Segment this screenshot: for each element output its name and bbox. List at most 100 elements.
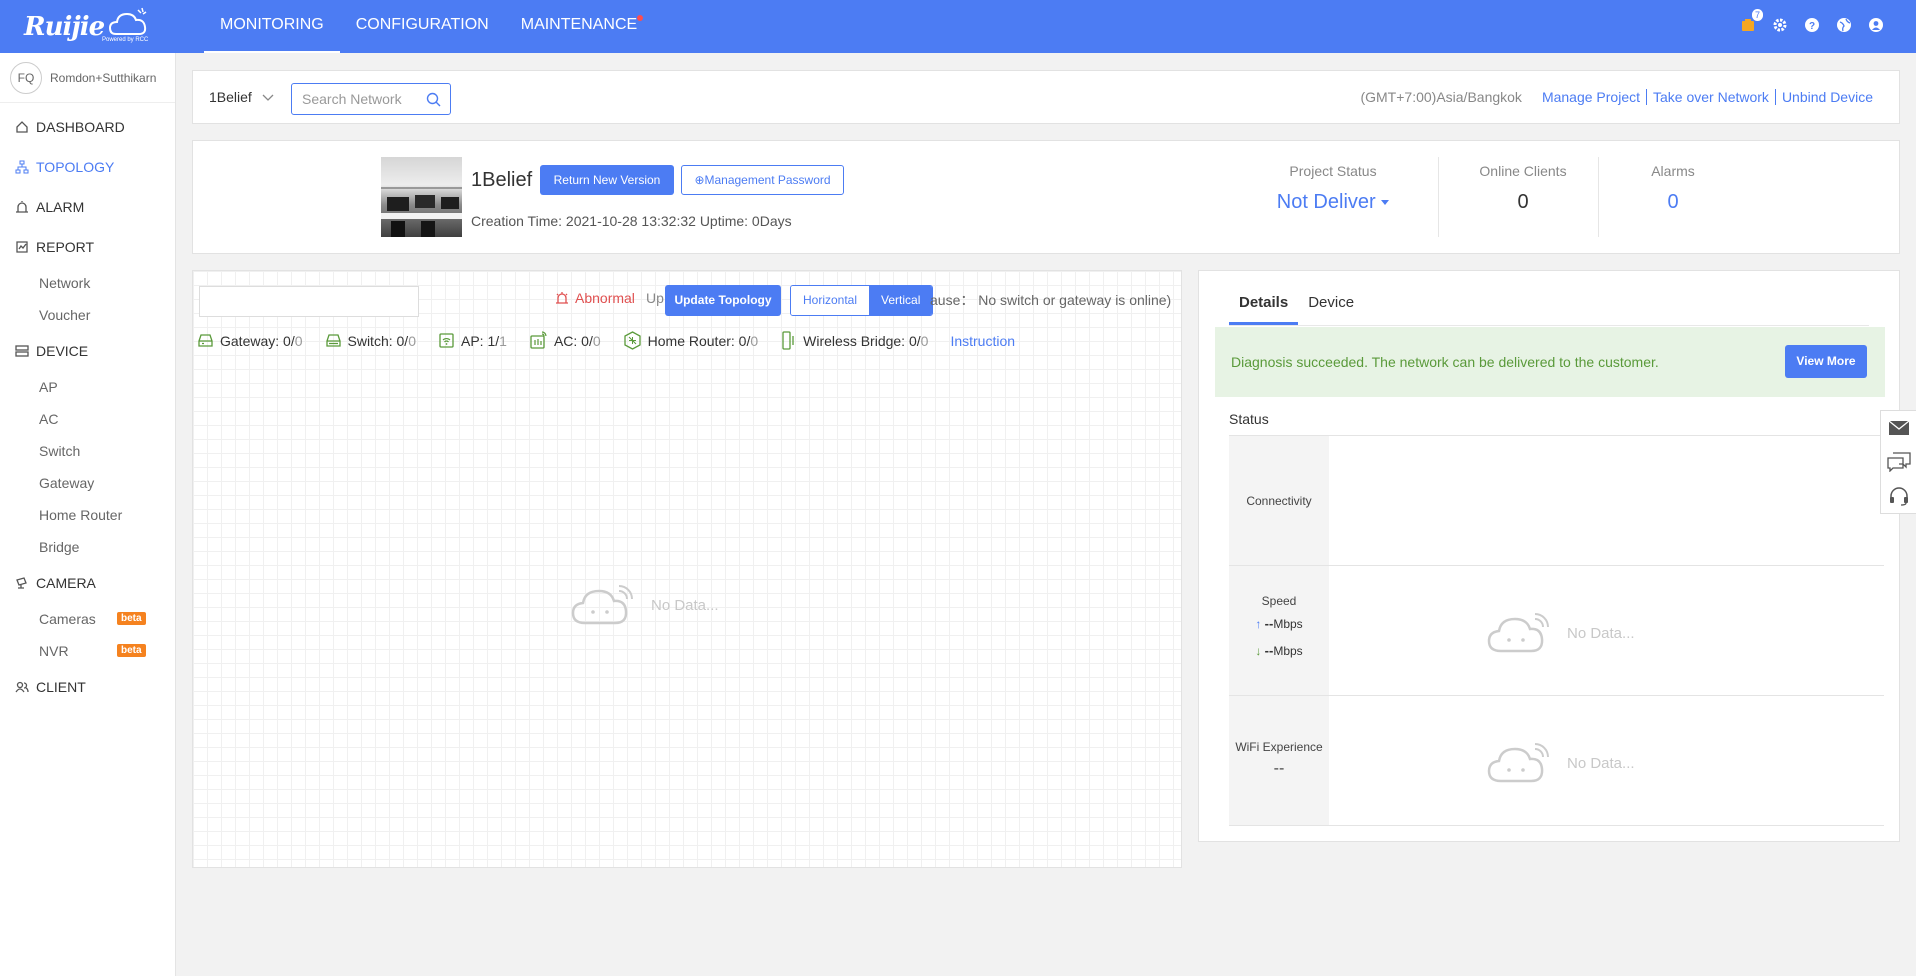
sidebar-item-camera[interactable]: CAMERA xyxy=(0,563,175,603)
chevron-down-icon xyxy=(262,94,274,101)
horizontal-button[interactable]: Horizontal xyxy=(791,286,870,315)
username: Romdon+Sutthikarn xyxy=(50,70,157,85)
project-select[interactable]: 1Belief xyxy=(209,89,274,105)
device-count-ap: AP: 1/1 xyxy=(438,332,507,349)
avatar: FQ xyxy=(10,61,42,94)
sidebar-item-network[interactable]: Network xyxy=(0,267,175,299)
divider xyxy=(1598,157,1599,237)
unbind-device-link[interactable]: Unbind Device xyxy=(1774,89,1879,105)
sidebar: FQ Romdon+Sutthikarn DASHBOARD TOPOLOGY … xyxy=(0,53,176,976)
device-count-label: Wireless Bridge: 0/ xyxy=(803,332,921,349)
help-icon[interactable]: ? xyxy=(1802,15,1822,35)
alarms-value[interactable]: 0 xyxy=(1613,191,1733,214)
sidebar-item-alarm[interactable]: ALARM xyxy=(0,187,175,227)
sidebar-item-device[interactable]: DEVICE xyxy=(0,331,175,371)
instruction-link[interactable]: Instruction xyxy=(950,333,1015,349)
device-count-total: 0 xyxy=(920,332,929,349)
sidebar-item-bridge[interactable]: Bridge xyxy=(0,531,175,563)
return-new-version-button[interactable]: Return New Version xyxy=(540,165,674,195)
topology-icon xyxy=(14,159,30,175)
user-icon[interactable] xyxy=(1866,15,1886,35)
alarms: Alarms 0 xyxy=(1613,141,1733,255)
gear-icon[interactable] xyxy=(1770,15,1790,35)
nav-maintenance[interactable]: MAINTENANCE xyxy=(505,0,653,53)
vertical-button[interactable]: Vertical xyxy=(869,286,933,315)
sidebar-item-switch[interactable]: Switch xyxy=(0,435,175,467)
top-icon-bar: 7 ? xyxy=(1738,9,1886,35)
no-data-text: No Data... xyxy=(1567,624,1635,642)
device-count-label: AP: 1/ xyxy=(461,332,500,349)
connectivity-label: Connectivity xyxy=(1246,494,1312,508)
wifi-value: -- xyxy=(1273,760,1285,777)
sidebar-item-dashboard[interactable]: DASHBOARD xyxy=(0,107,175,147)
search-input[interactable] xyxy=(292,84,412,114)
device-count-total: 0 xyxy=(750,332,759,349)
search-icon[interactable] xyxy=(426,92,441,107)
upload-speed: ↑ --Mbps xyxy=(1229,616,1329,631)
manage-project-link[interactable]: Manage Project xyxy=(1536,89,1646,105)
nav-monitoring[interactable]: MONITORING xyxy=(204,0,340,53)
no-data-text: No Data... xyxy=(651,596,719,614)
sidebar-item-home-router[interactable]: Home Router xyxy=(0,499,175,531)
layout-toggle: Horizontal Vertical xyxy=(790,285,934,316)
cloud-icon xyxy=(571,585,633,625)
device-count-total: 0 xyxy=(408,332,416,349)
connectivity-row: Connectivity xyxy=(1229,436,1884,566)
device-count-switch: Switch: 0/0 xyxy=(325,332,416,349)
sidebar-item-ac[interactable]: AC xyxy=(0,403,175,435)
project-status: Project Status Not Deliver xyxy=(1243,141,1423,255)
mail-icon[interactable] xyxy=(1881,411,1916,445)
header-actions: (GMT+7:00)Asia/Bangkok Manage Project Ta… xyxy=(1360,89,1879,105)
device-count-wireless-bridge: Wireless Bridge: 0/0 xyxy=(780,331,928,350)
management-password-button[interactable]: ⊕Management Password xyxy=(681,165,844,195)
tab-device[interactable]: Device xyxy=(1298,285,1364,325)
project-status-dropdown[interactable]: Not Deliver xyxy=(1243,191,1423,214)
sidebar-item-cameras[interactable]: Cameras beta xyxy=(0,603,175,635)
sidebar-item-ap[interactable]: AP xyxy=(0,371,175,403)
svg-text:?: ? xyxy=(1809,21,1815,32)
topology-search-input[interactable] xyxy=(199,286,419,317)
ac-icon xyxy=(530,331,547,349)
chat-icon[interactable] xyxy=(1881,445,1916,479)
creation-time: Creation Time: 2021-10-28 13:32:32 Uptim… xyxy=(471,213,792,229)
user-profile[interactable]: FQ Romdon+Sutthikarn xyxy=(0,53,175,103)
abnormal-label: Abnormal xyxy=(575,290,635,306)
abnormal-status: Abnormal xyxy=(555,290,635,306)
take-over-network-link[interactable]: Take over Network xyxy=(1646,89,1775,105)
sidebar-item-voucher[interactable]: Voucher xyxy=(0,299,175,331)
view-more-button[interactable]: View More xyxy=(1785,345,1867,378)
download-speed: ↓ --Mbps xyxy=(1229,643,1329,658)
update-time-text: Up xyxy=(646,290,664,306)
speed-unit: Mbps xyxy=(1273,617,1303,631)
tab-details[interactable]: Details xyxy=(1229,285,1299,325)
sidebar-item-gateway[interactable]: Gateway xyxy=(0,467,175,499)
sidebar-item-label: DEVICE xyxy=(36,343,89,359)
wifi-label: WiFi Experience xyxy=(1235,740,1323,754)
speed-unit: Mbps xyxy=(1273,644,1303,658)
device-count-ac: AC: 0/0 xyxy=(529,331,601,350)
project-select-value: 1Belief xyxy=(209,89,252,105)
sidebar-item-topology[interactable]: TOPOLOGY xyxy=(0,147,175,187)
sidebar-item-report[interactable]: REPORT xyxy=(0,227,175,267)
cloud-icon xyxy=(1487,743,1549,783)
headset-icon[interactable] xyxy=(1881,479,1916,513)
nav-configuration[interactable]: CONFIGURATION xyxy=(340,0,505,53)
topology-panel: Abnormal Up Update Topology Horizontal V… xyxy=(192,270,1182,868)
diagnosis-banner: Diagnosis succeeded. The network can be … xyxy=(1215,327,1885,397)
no-data-placeholder: No Data... xyxy=(571,583,719,627)
beta-badge: beta xyxy=(117,612,146,625)
device-count-label: Gateway: 0/ xyxy=(220,332,295,349)
update-topology-button[interactable]: Update Topology xyxy=(665,285,781,316)
logo[interactable]: Ruijie Powered by RCC xyxy=(24,6,154,46)
nav-monitoring-label: MONITORING xyxy=(220,16,324,33)
sidebar-item-nvr[interactable]: NVR beta xyxy=(0,635,175,667)
notification-icon[interactable]: 7 xyxy=(1738,9,1763,35)
arrow-down-icon: ↓ xyxy=(1255,644,1262,658)
device-count-total: 1 xyxy=(499,332,507,349)
logo-subtitle: Powered by RCC xyxy=(102,37,149,43)
logo-text: Ruijie xyxy=(24,12,105,42)
globe-icon[interactable] xyxy=(1834,15,1854,35)
sidebar-item-client[interactable]: CLIENT xyxy=(0,667,175,707)
sidebar-menu: DASHBOARD TOPOLOGY ALARM REPORT Network … xyxy=(0,107,175,707)
details-panel: Details Device Diagnosis succeeded. The … xyxy=(1198,270,1900,842)
